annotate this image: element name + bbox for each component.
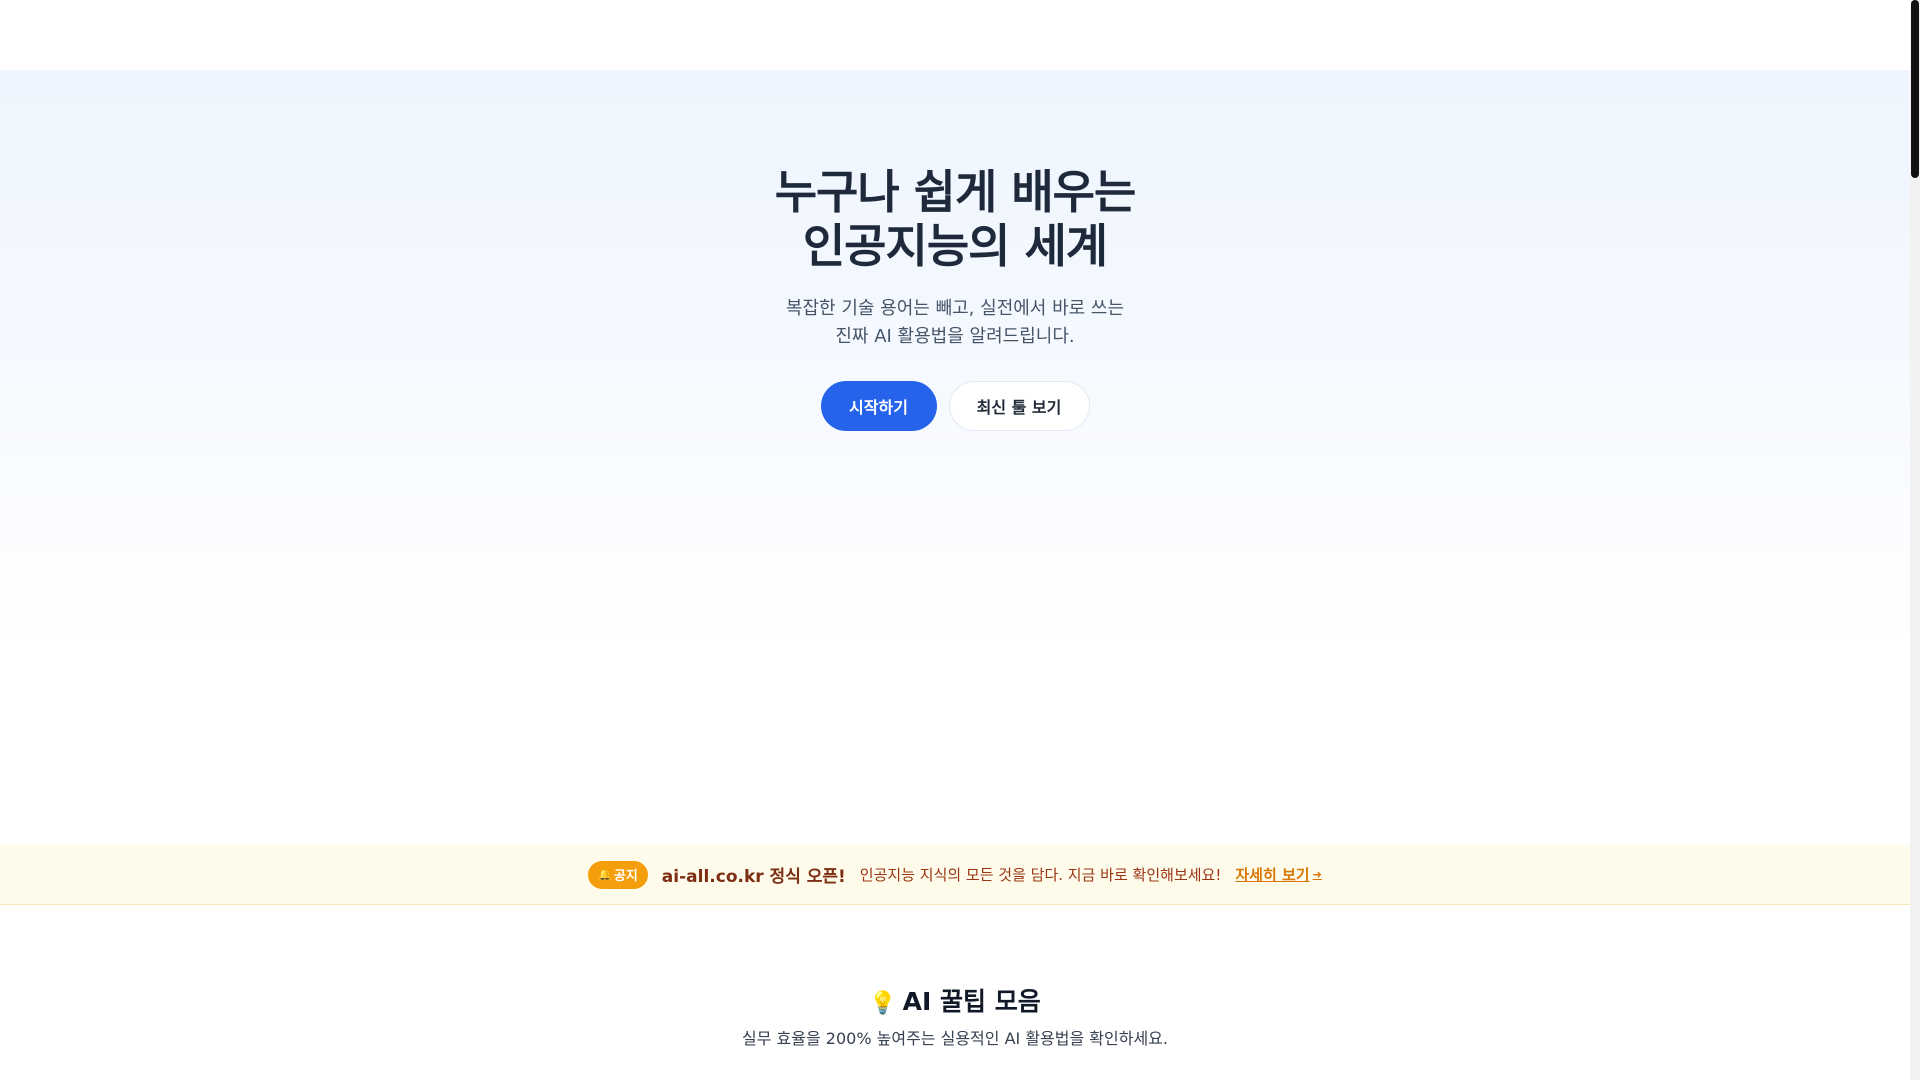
notice-bar: 🔔 공지 ai-all.co.kr 정식 오픈! 인공지능 지식의 모든 것을 …	[0, 845, 1910, 905]
start-button[interactable]: 시작하기	[820, 381, 937, 431]
latest-tools-button[interactable]: 최신 툴 보기	[948, 381, 1090, 431]
notice-link-label: 자세히 보기	[1235, 866, 1310, 884]
lightbulb-icon: 💡	[869, 991, 897, 1016]
notice-title: ai-all.co.kr 정식 오픈!	[661, 867, 846, 887]
hero-subtitle-line2: 진짜 AI 활용법을 알려드립니다.	[835, 326, 1075, 347]
hero-subtitle: 복잡한 기술 용어는 빼고, 실전에서 바로 쓰는 진짜 AI 활용법을 알려드…	[0, 295, 1910, 351]
header	[0, 0, 1910, 70]
scrollbar-thumb[interactable]	[1911, 0, 1919, 178]
hero-subtitle-line1: 복잡한 기술 용어는 빼고, 실전에서 바로 쓰는	[785, 298, 1125, 319]
hero-title: 누구나 쉽게 배우는 인공지능의 세계	[0, 165, 1910, 273]
hero-section: 누구나 쉽게 배우는 인공지능의 세계 복잡한 기술 용어는 빼고, 실전에서 …	[0, 70, 1910, 845]
hero-content: 누구나 쉽게 배우는 인공지능의 세계 복잡한 기술 용어는 빼고, 실전에서 …	[0, 165, 1910, 431]
notice-badge: 🔔 공지	[588, 860, 648, 889]
notice-text: 인공지능 지식의 모든 것을 담다. 지금 바로 확인해보세요!	[859, 866, 1222, 884]
tips-subtitle: 실무 효율을 200% 높여주는 실용적인 AI 활용법을 확인하세요.	[742, 1029, 1168, 1048]
hero-title-line1: 누구나 쉽게 배우는	[774, 165, 1137, 219]
tips-title: 💡 AI 꿀팁 모음	[0, 985, 1910, 1021]
notice-details-link[interactable]: 자세히 보기 ➜	[1235, 864, 1321, 885]
hero-title-line2: 인공지능의 세계	[802, 219, 1108, 273]
bell-icon: 🔔	[598, 868, 612, 881]
tips-section: 💡 AI 꿀팁 모음 실무 효율을 200% 높여주는 실용적인 AI 활용법을 …	[0, 985, 1910, 1051]
notice-badge-label: 공지	[613, 869, 638, 884]
hero-buttons: 시작하기 최신 툴 보기	[0, 381, 1910, 431]
page-scrollbar[interactable]	[1910, 0, 1920, 1080]
arrow-right-icon: ➜	[1312, 868, 1322, 881]
page: 누구나 쉽게 배우는 인공지능의 세계 복잡한 기술 용어는 빼고, 실전에서 …	[0, 0, 1920, 1080]
tips-title-text: AI 꿀팁 모음	[902, 987, 1041, 1016]
